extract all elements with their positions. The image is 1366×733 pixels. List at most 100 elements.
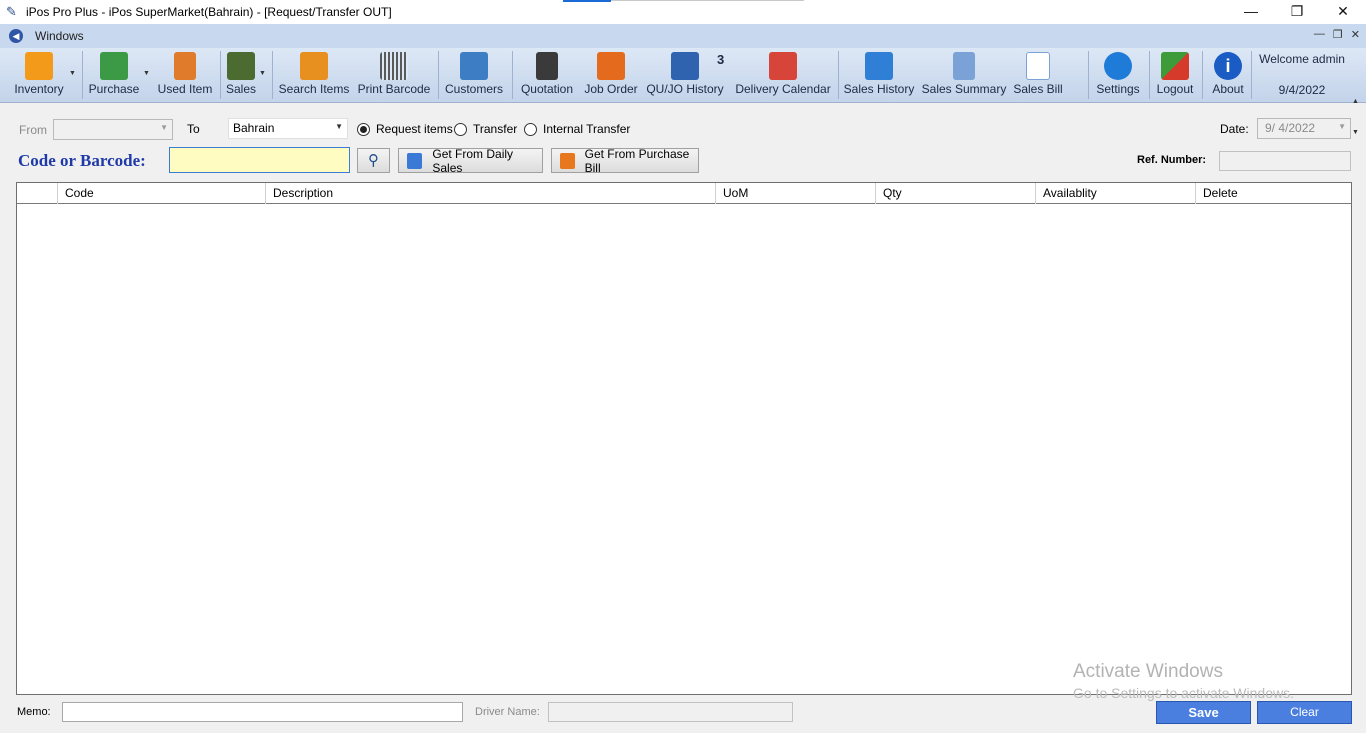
- calendar-icon: [769, 52, 797, 80]
- mdi-restore-button[interactable]: ❐: [1333, 28, 1343, 41]
- col-qty[interactable]: Qty: [875, 183, 1035, 204]
- date-picker[interactable]: 9/ 4/2022 ▼: [1257, 118, 1351, 139]
- toolbar-about[interactable]: i About: [1207, 50, 1249, 100]
- toolbar-scroll[interactable]: ▲ ▼: [1352, 98, 1364, 150]
- toolbar-separator: [1088, 51, 1089, 99]
- windows-menu[interactable]: Windows: [35, 29, 84, 43]
- toolbar-separator: [82, 51, 83, 99]
- title-bar: ✎ iPos Pro Plus - iPos SuperMarket(Bahra…: [0, 0, 1366, 24]
- toolbar-separator: [1149, 51, 1150, 99]
- col-description[interactable]: Description: [265, 183, 715, 204]
- toolbar-job-order[interactable]: Job Order: [582, 50, 640, 100]
- toolbar-separator: [838, 51, 839, 99]
- toolbar-delivery-calendar-label: Delivery Calendar: [735, 82, 831, 96]
- mdi-controls: — ❐ ✕: [1314, 28, 1360, 41]
- sales-dropdown-icon[interactable]: ▼: [259, 70, 266, 77]
- daily-sales-icon: [407, 152, 423, 169]
- radio-transfer-dot[interactable]: [454, 122, 467, 136]
- toolbar-qu-jo-history-label: QU/JO History: [646, 82, 724, 96]
- search-items-icon: [300, 52, 328, 80]
- toolbar-separator: [272, 51, 273, 99]
- grid-header: Code Description UoM Qty Availablity Del…: [17, 183, 1351, 204]
- windows-menu-icon[interactable]: ◀: [9, 29, 23, 43]
- accent-line-gray: [611, 0, 804, 1]
- restore-button[interactable]: ❐: [1274, 0, 1320, 24]
- close-button[interactable]: ✕: [1320, 0, 1366, 24]
- purchase-dropdown-icon[interactable]: ▼: [143, 70, 150, 77]
- search-button[interactable]: ⚲: [357, 148, 390, 173]
- sales-summary-icon: [953, 52, 975, 80]
- save-button[interactable]: Save: [1156, 701, 1251, 724]
- mdi-close-button[interactable]: ✕: [1351, 28, 1360, 41]
- toolbar-sales-summary[interactable]: Sales Summary: [921, 50, 1007, 100]
- from-combo[interactable]: ▼: [53, 119, 173, 140]
- money-icon: [227, 52, 255, 80]
- toolbar-quotation[interactable]: Quotation: [517, 50, 577, 100]
- toolbar-quotation-label: Quotation: [520, 82, 574, 96]
- driver-name-field[interactable]: [548, 702, 793, 722]
- scroll-down-icon[interactable]: ▼: [1352, 129, 1364, 136]
- toolbar-purchase[interactable]: Purchase: [86, 50, 142, 100]
- toolbar-sales-history[interactable]: Sales History: [843, 50, 915, 100]
- logout-user-icon: [1161, 52, 1189, 80]
- radio-request-dot[interactable]: [357, 122, 370, 136]
- toolbar-separator: [512, 51, 513, 99]
- accent-line: [563, 0, 611, 2]
- phone-icon: [174, 52, 196, 80]
- items-grid[interactable]: Code Description UoM Qty Availablity Del…: [16, 182, 1352, 695]
- minimize-button[interactable]: —: [1228, 0, 1274, 24]
- get-from-daily-sales-button[interactable]: Get From Daily Sales: [398, 146, 543, 175]
- radio-request-items[interactable]: Request items: [357, 122, 453, 136]
- toolbar-qu-jo-history[interactable]: QU/JO History: [645, 50, 725, 100]
- memo-input[interactable]: [62, 702, 463, 722]
- history-search-icon: [671, 52, 699, 80]
- calendar-dropdown-icon: ▼: [1338, 122, 1346, 131]
- col-uom[interactable]: UoM: [715, 183, 875, 204]
- toolbar-settings[interactable]: Settings: [1094, 50, 1142, 100]
- toolbar-sales[interactable]: Sales: [224, 50, 258, 100]
- toolbar-logout[interactable]: Logout: [1153, 50, 1197, 100]
- calculator-icon: [536, 52, 558, 80]
- chevron-down-icon: ▼: [335, 122, 343, 131]
- toolbar-search-items[interactable]: Search Items: [278, 50, 350, 100]
- toolbar-purchase-label: Purchase: [88, 82, 140, 96]
- history-count-badge: 3: [717, 52, 725, 67]
- ref-number-field[interactable]: [1219, 151, 1351, 171]
- toolbar-customers[interactable]: Customers: [442, 50, 506, 100]
- col-code[interactable]: Code: [57, 183, 265, 204]
- col-delete[interactable]: Delete: [1195, 183, 1351, 204]
- toolbar-print-barcode-label: Print Barcode: [357, 82, 431, 96]
- toolbar-sales-label: Sales: [225, 82, 257, 96]
- toolbar-used-item-label: Used Item: [157, 82, 213, 96]
- toolbar-print-barcode[interactable]: Print Barcode: [356, 50, 432, 100]
- to-label: To: [187, 122, 200, 136]
- toolbar-inventory[interactable]: Inventory: [8, 50, 70, 100]
- radio-transfer[interactable]: Transfer: [454, 122, 517, 136]
- col-availability[interactable]: Availablity: [1035, 183, 1195, 204]
- radio-internal-transfer[interactable]: Internal Transfer: [524, 122, 630, 136]
- toolbar-inventory-label: Inventory: [14, 82, 64, 96]
- to-combo[interactable]: Bahrain ▼: [228, 118, 348, 139]
- clear-button[interactable]: Clear: [1257, 701, 1352, 724]
- daily-sales-label: Get From Daily Sales: [432, 146, 514, 175]
- mdi-minimize-button[interactable]: —: [1314, 28, 1325, 41]
- window-controls: — ❐ ✕: [1228, 0, 1366, 24]
- window-title: iPos Pro Plus - iPos SuperMarket(Bahrain…: [26, 5, 392, 19]
- toolbar-used-item[interactable]: Used Item: [155, 50, 215, 100]
- radio-internal-label: Internal Transfer: [543, 122, 631, 136]
- code-barcode-input[interactable]: [169, 147, 350, 173]
- toolbar-delivery-calendar[interactable]: Delivery Calendar: [734, 50, 832, 100]
- toolbar-separator: [220, 51, 221, 99]
- radio-internal-dot[interactable]: [524, 122, 537, 136]
- inventory-dropdown-icon[interactable]: ▼: [69, 70, 76, 77]
- toolbar-separator: [438, 51, 439, 99]
- scroll-up-icon[interactable]: ▲: [1352, 98, 1364, 105]
- welcome-text: Welcome admin: [1259, 52, 1345, 66]
- get-from-purchase-bill-button[interactable]: Get From Purchase Bill: [551, 147, 699, 175]
- radio-transfer-label: Transfer: [473, 122, 518, 136]
- activate-windows-subtitle: Go to Settings to activate Windows.: [1073, 685, 1294, 701]
- from-label: From: [19, 123, 47, 137]
- toolbar-sales-bill-label: Sales Bill: [1013, 82, 1063, 96]
- toolbar-sales-history-label: Sales History: [843, 82, 915, 96]
- toolbar-sales-bill[interactable]: Sales Bill: [1012, 50, 1064, 100]
